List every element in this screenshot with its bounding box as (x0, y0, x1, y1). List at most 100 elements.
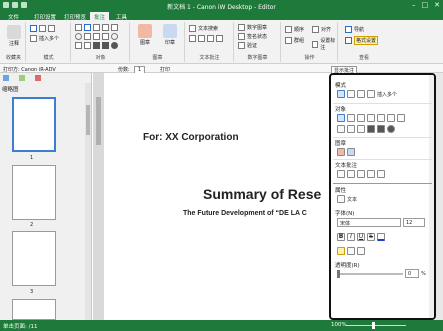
polyline-icon[interactable] (93, 33, 100, 40)
hand-tool-icon[interactable] (347, 90, 355, 98)
thumbnails-tab-icon[interactable] (3, 75, 9, 81)
attachments-tab-icon[interactable] (35, 75, 41, 81)
select-tool-icon[interactable] (337, 90, 345, 98)
page-thumbnail-1[interactable] (12, 97, 56, 152)
set-annotation-button[interactable]: 设置标注 (312, 37, 337, 51)
text-object-icon[interactable] (337, 114, 345, 122)
squiggly-icon[interactable] (377, 170, 385, 178)
signature-status-button[interactable]: 签名状态 (238, 33, 267, 40)
strikeout-icon[interactable] (198, 35, 205, 42)
underline-icon[interactable] (189, 35, 196, 42)
highlight-icon[interactable] (357, 125, 365, 133)
pen-icon[interactable] (75, 42, 82, 49)
underline-button[interactable]: U (357, 233, 365, 241)
polygon-icon[interactable] (397, 114, 405, 122)
polygon-icon[interactable] (84, 33, 91, 40)
line-icon[interactable] (357, 114, 365, 122)
insert-multiple-button[interactable]: 插入多个 (30, 35, 59, 42)
tab-annotation[interactable]: 批注 (90, 12, 110, 21)
page-thumbnail-4[interactable] (12, 299, 56, 320)
zoom-tool-icon[interactable] (357, 90, 365, 98)
group-button[interactable]: 群组 (285, 37, 304, 44)
rect-icon[interactable] (111, 24, 118, 31)
transparency-slider[interactable] (339, 273, 403, 275)
squiggly-icon[interactable] (216, 35, 223, 42)
format-settings-button[interactable]: 格式设置 (345, 36, 379, 45)
verify-button[interactable]: 验证 (238, 42, 257, 49)
seal-icon[interactable] (347, 148, 355, 156)
page-thumbnail-3[interactable] (12, 231, 56, 286)
print-button[interactable]: 打印 (160, 66, 170, 73)
bold-button[interactable]: B (337, 233, 345, 241)
text-search-icon[interactable] (337, 170, 345, 178)
insert-multiple-icon[interactable] (367, 90, 375, 98)
document-scrollbar[interactable] (93, 73, 104, 320)
italic-button[interactable]: I (347, 233, 355, 241)
document-scroll-thumb[interactable] (96, 97, 101, 145)
tab-tools[interactable]: 工具 (112, 12, 131, 21)
hand-mode-icon[interactable] (39, 25, 46, 32)
thumbnail-scrollbar[interactable] (85, 83, 91, 320)
font-color-button[interactable] (377, 233, 385, 241)
tab-print-preview[interactable]: 打印预览 (60, 12, 90, 21)
text-box-icon[interactable] (84, 24, 91, 31)
seal-button[interactable]: 印章 (158, 24, 182, 46)
filled-polygon-icon[interactable] (377, 125, 385, 133)
strikeout-icon[interactable] (357, 170, 365, 178)
text-object-icon[interactable] (75, 24, 82, 31)
tab-print-settings[interactable]: 打印设置 (30, 12, 60, 21)
filled-ellipse-icon[interactable] (111, 42, 118, 49)
highlight-text-icon[interactable] (367, 170, 375, 178)
text-search-button[interactable]: 文本搜索 (189, 25, 218, 32)
align-center-icon[interactable] (347, 247, 355, 255)
annotate-button[interactable]: 注释 (5, 25, 23, 47)
zoom-slider-knob[interactable] (372, 322, 375, 329)
arrow-icon[interactable] (102, 24, 109, 31)
digital-stamp-button[interactable]: 数字图章 (238, 24, 267, 31)
strikethrough-button[interactable]: S (367, 233, 375, 241)
panel-scrollbar[interactable] (429, 75, 434, 318)
stamp-button[interactable]: 图章 (134, 24, 156, 46)
transparency-slider-knob[interactable] (337, 270, 340, 278)
line-icon[interactable] (93, 24, 100, 31)
zoom-mode-icon[interactable] (48, 25, 55, 32)
filled-rect-icon[interactable] (93, 42, 100, 49)
filled-ellipse-icon[interactable] (387, 125, 395, 133)
tab-file[interactable]: 文件 (4, 12, 23, 21)
marker-icon[interactable] (84, 42, 91, 49)
align-left-icon[interactable] (337, 247, 345, 255)
text-box-icon[interactable] (347, 114, 355, 122)
filled-rect-icon[interactable] (367, 125, 375, 133)
page-thumbnail-2[interactable] (12, 165, 56, 220)
arrow-icon[interactable] (367, 114, 375, 122)
close-icon[interactable]: ✕ (434, 1, 440, 9)
underline-icon[interactable] (347, 170, 355, 178)
printer-select[interactable]: 打印方: Canon iR-ADV (3, 66, 56, 73)
align-button[interactable]: 对齐 (312, 26, 331, 33)
circle-icon[interactable] (111, 33, 118, 40)
order-button[interactable]: 顺序 (285, 26, 304, 33)
ellipse-icon[interactable] (75, 33, 82, 40)
pen-icon[interactable] (337, 125, 345, 133)
highlight-icon[interactable] (102, 33, 109, 40)
font-select[interactable]: 宋体 (337, 218, 401, 227)
rect-icon[interactable] (377, 114, 385, 122)
maximize-icon[interactable]: □ (422, 1, 429, 9)
minimize-icon[interactable]: – (412, 1, 416, 9)
marker-icon[interactable] (347, 125, 355, 133)
digital-stamp-icon (238, 24, 245, 31)
stamp-icon[interactable] (337, 148, 345, 156)
font-size-select[interactable]: 12 (403, 218, 425, 227)
transparency-label: 透明度(R) (335, 263, 360, 269)
ellipse-icon[interactable] (387, 114, 395, 122)
align-right-icon[interactable] (357, 247, 365, 255)
filled-polygon-icon[interactable] (102, 42, 109, 49)
pointer-mode-icon[interactable] (30, 25, 37, 32)
highlight-text-icon[interactable] (207, 35, 214, 42)
navigation-button[interactable]: 导航 (345, 26, 364, 33)
transparency-input[interactable]: 0 (405, 269, 419, 278)
bookmarks-tab-icon[interactable] (19, 75, 25, 81)
document-view[interactable]: For: XX Corporation Summary of Rese The … (93, 73, 329, 320)
thumbnail-scroll-thumb[interactable] (86, 105, 90, 135)
zoom-slider[interactable] (346, 325, 406, 326)
